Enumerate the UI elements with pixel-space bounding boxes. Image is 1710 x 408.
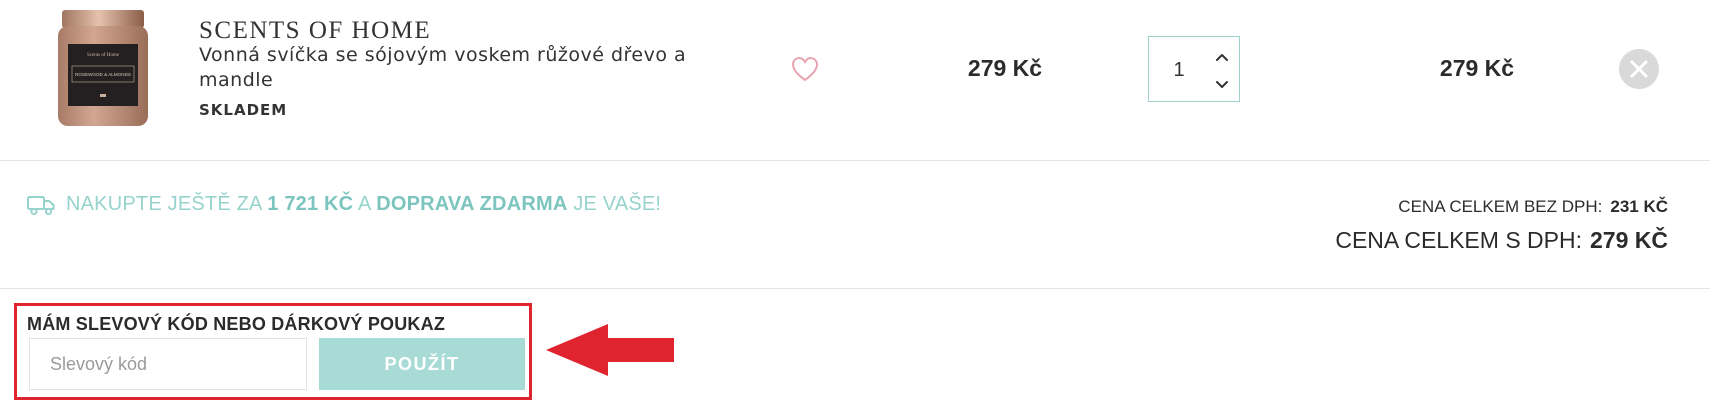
truck-icon — [27, 195, 55, 215]
shipping-text: NAKUPTE JEŠTĚ ZA 1 721 KČ A DOPRAVA ZDAR… — [66, 193, 661, 216]
cart-summary: NAKUPTE JEŠTĚ ZA 1 721 KČ A DOPRAVA ZDAR… — [0, 161, 1710, 289]
total-without-vat-value: 231 KČ — [1610, 197, 1668, 216]
stock-status: SKLADEM — [199, 101, 288, 119]
shipping-text-before: NAKUPTE JEŠTĚ ZA — [66, 193, 262, 215]
unit-price: 279 Kč — [967, 55, 1043, 81]
product-image[interactable]: Scents of Home ROSEWOOD & ALMONDS — [48, 6, 158, 134]
quantity-stepper — [1148, 36, 1240, 102]
image-label-main: ROSEWOOD & ALMONDS — [75, 72, 131, 77]
line-total-price: 279 Kč — [1439, 55, 1515, 81]
product-brand[interactable]: SCENTS OF HOME — [199, 17, 431, 45]
total-with-vat: CENA CELKEM S DPH: 279 KČ — [1335, 227, 1668, 254]
free-shipping-note: NAKUPTE JEŠTĚ ZA 1 721 KČ A DOPRAVA ZDAR… — [26, 193, 661, 216]
image-label-small: Scents of Home — [87, 53, 120, 58]
heart-icon[interactable] — [790, 55, 820, 83]
free-shipping-highlight: DOPRAVA ZDARMA — [376, 193, 568, 215]
shipping-text-middle: A — [357, 193, 371, 215]
shipping-text-after: JE VAŠE! — [573, 193, 662, 215]
total-with-vat-label: CENA CELKEM S DPH: — [1335, 227, 1583, 253]
chevron-up-icon[interactable] — [1209, 45, 1235, 69]
cart-item-row: Scents of Home ROSEWOOD & ALMONDS SCENTS… — [0, 0, 1710, 161]
coupon-label: MÁM SLEVOVÝ KÓD NEBO DÁRKOVÝ POUKAZ — [27, 314, 446, 334]
shipping-amount: 1 721 KČ — [267, 193, 354, 215]
coupon-code-input[interactable] — [29, 338, 307, 390]
close-icon[interactable] — [1619, 49, 1659, 89]
total-without-vat-label: CENA CELKEM BEZ DPH: — [1398, 197, 1603, 216]
arrow-left-icon — [546, 324, 674, 376]
total-without-vat: CENA CELKEM BEZ DPH: 231 KČ — [1398, 197, 1668, 217]
total-with-vat-value: 279 KČ — [1590, 227, 1668, 253]
quantity-input[interactable] — [1157, 55, 1201, 85]
coupon-section: MÁM SLEVOVÝ KÓD NEBO DÁRKOVÝ POUKAZ POUŽ… — [14, 303, 532, 400]
apply-coupon-button[interactable]: POUŽÍT — [319, 338, 525, 390]
chevron-down-icon[interactable] — [1209, 73, 1235, 97]
product-name[interactable]: Vonná svíčka se sójovým voskem růžové dř… — [199, 43, 699, 93]
